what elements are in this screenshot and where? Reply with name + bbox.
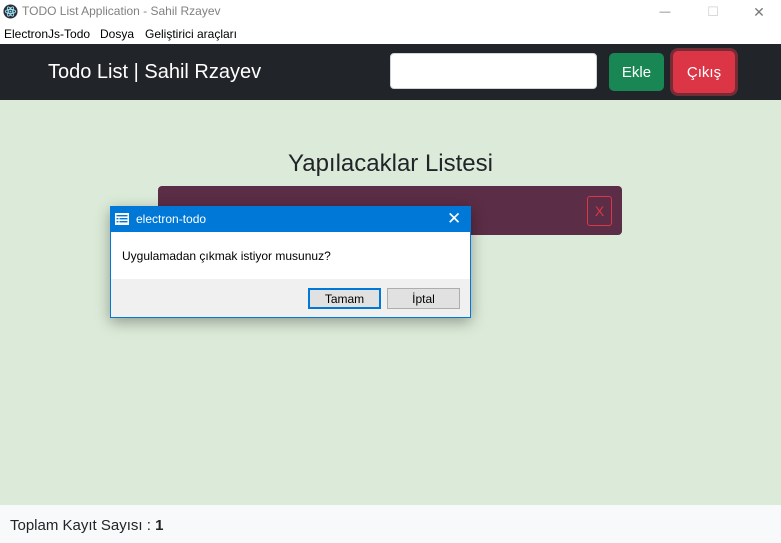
- menu-developer-tools[interactable]: Geliştirici araçları: [145, 27, 237, 41]
- list-title: Yapılacaklar Listesi: [288, 150, 493, 177]
- window-title: TODO List Application - Sahil Rzayev: [22, 4, 221, 18]
- dialog-titlebar: electron-todo ✕: [111, 207, 470, 232]
- minimize-icon: —: [659, 6, 671, 18]
- menubar: ElectronJs-Todo Dosya Geliştirici araçla…: [0, 24, 781, 44]
- todo-input[interactable]: [390, 53, 597, 89]
- window-icon: [115, 213, 129, 225]
- total-records-count: 1: [155, 517, 164, 534]
- delete-todo-button[interactable]: X: [587, 196, 612, 226]
- total-records-label: Toplam Kayıt Sayısı : 1: [10, 517, 163, 534]
- dialog-message: Uygulamadan çıkmak istiyor musunuz?: [122, 249, 331, 263]
- window-close-button[interactable]: ✕: [736, 0, 781, 24]
- cancel-button[interactable]: İptal: [387, 288, 460, 309]
- maximize-icon: ☐: [707, 4, 719, 19]
- dialog-title: electron-todo: [136, 212, 207, 226]
- electron-icon: [3, 4, 18, 19]
- menu-dosya[interactable]: Dosya: [100, 27, 134, 41]
- dialog-body: Uygulamadan çıkmak istiyor musunuz?: [111, 232, 470, 279]
- window-titlebar: TODO List Application - Sahil Rzayev — ☐…: [0, 0, 781, 24]
- minimize-button[interactable]: —: [642, 0, 688, 24]
- confirm-dialog: electron-todo ✕ Uygulamadan çıkmak istiy…: [110, 206, 471, 318]
- ok-button[interactable]: Tamam: [308, 288, 381, 309]
- navbar-brand: Todo List | Sahil Rzayev: [48, 61, 262, 83]
- menu-electronjs-todo[interactable]: ElectronJs-Todo: [4, 27, 90, 41]
- total-records-text: Toplam Kayıt Sayısı :: [10, 517, 156, 534]
- dialog-close-icon[interactable]: ✕: [447, 209, 461, 229]
- footer: Toplam Kayıt Sayısı : 1: [0, 505, 781, 543]
- add-button[interactable]: Ekle: [609, 53, 664, 91]
- app-navbar: Todo List | Sahil Rzayev Ekle Çıkış: [0, 44, 781, 100]
- close-icon: ✕: [753, 3, 765, 20]
- exit-button[interactable]: Çıkış: [673, 51, 735, 93]
- maximize-button[interactable]: ☐: [690, 0, 736, 24]
